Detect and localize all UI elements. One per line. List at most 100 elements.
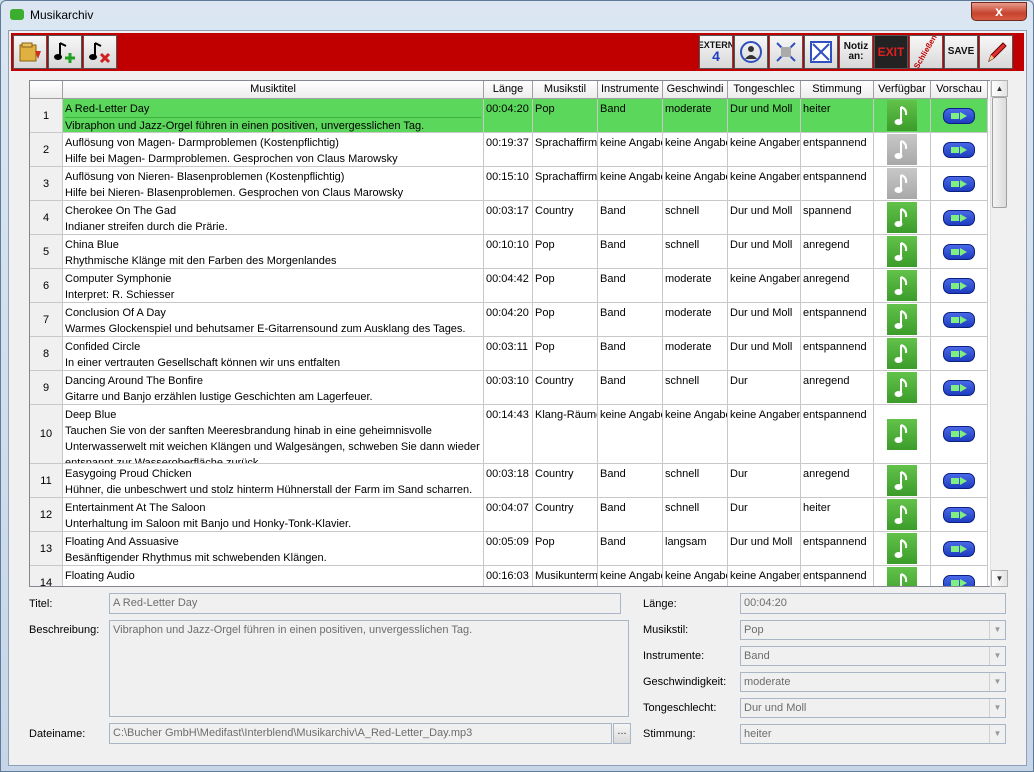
- play-preview-icon[interactable]: [943, 141, 975, 158]
- table-row[interactable]: 2 Auflösung von Magen- Darmproblemen (Kos…: [30, 133, 988, 167]
- table-row[interactable]: 7 Conclusion Of A Day Warmes Glockenspiel …: [30, 303, 988, 337]
- preview-cell: [931, 235, 988, 268]
- dateiname-field[interactable]: C:\Bucher GmbH\Medifast\Interblend\Musik…: [109, 723, 612, 744]
- column-header[interactable]: Länge: [484, 81, 533, 98]
- add-music-button[interactable]: [48, 35, 82, 69]
- laenge-label: Länge:: [643, 598, 677, 610]
- notiz-button[interactable]: Notiz an:: [839, 35, 873, 69]
- length-cell: 00:04:20: [484, 303, 533, 336]
- open-folder-button[interactable]: [13, 35, 47, 69]
- titel-field[interactable]: A Red-Letter Day: [109, 593, 621, 614]
- extern-button[interactable]: EXTERN 4: [699, 35, 733, 69]
- play-preview-icon[interactable]: [943, 506, 975, 523]
- length-cell: 00:16:03: [484, 566, 533, 586]
- table-row[interactable]: 6 Computer Symphonie Interpret: R. Schiess…: [30, 269, 988, 303]
- column-header[interactable]: Instrumente: [598, 81, 663, 98]
- stimmung-label: Stimmung:: [643, 728, 696, 740]
- play-preview-icon[interactable]: [943, 107, 975, 124]
- remove-music-button[interactable]: [83, 35, 117, 69]
- play-preview-icon[interactable]: [943, 472, 975, 489]
- track-description: Hilfe bei Nieren- Blasenproblemen. Gespr…: [65, 187, 404, 199]
- scroll-up-button[interactable]: ▲: [991, 80, 1008, 97]
- save-button[interactable]: SAVE: [944, 35, 978, 69]
- style-cell: Country: [533, 371, 598, 404]
- chevron-down-icon[interactable]: ▼: [989, 647, 1005, 665]
- play-preview-icon[interactable]: [943, 574, 975, 586]
- column-header[interactable]: Vorschau: [931, 81, 988, 98]
- play-preview-icon[interactable]: [943, 277, 975, 294]
- table-row[interactable]: 11 Easygoing Proud Chicken Hühner, die unb…: [30, 464, 988, 498]
- chevron-down-icon[interactable]: ▼: [989, 673, 1005, 691]
- user-settings-button[interactable]: [734, 35, 768, 69]
- music-note-icon: [887, 270, 917, 301]
- chevron-down-icon[interactable]: ▼: [989, 699, 1005, 717]
- style-cell: Country: [533, 201, 598, 234]
- style-cell: Pop: [533, 303, 598, 336]
- table-row[interactable]: 8 Confided Circle In einer vertrauten Gese…: [30, 337, 988, 371]
- column-header[interactable]: Verfügbar: [874, 81, 931, 98]
- table-row[interactable]: 12 Entertainment At The Saloon Unterhaltun…: [30, 498, 988, 532]
- chevron-down-icon[interactable]: ▼: [989, 725, 1005, 743]
- exit-button[interactable]: EXIT: [874, 35, 908, 69]
- client-area: EXTERN 4 Notiz an: EXIT Schließen SAVE M…: [8, 30, 1027, 766]
- titel-label: Titel:: [29, 598, 53, 610]
- scroll-down-button[interactable]: ▼: [991, 570, 1008, 587]
- instrumente-select[interactable]: Band ▼: [740, 646, 1006, 666]
- table-row[interactable]: 4 Cherokee On The Gad Indianer streifen du…: [30, 201, 988, 235]
- column-header[interactable]: Stimmung: [801, 81, 874, 98]
- track-title: Entertainment At The Saloon: [65, 502, 206, 514]
- style-cell: Pop: [533, 337, 598, 370]
- play-preview-icon[interactable]: [943, 426, 975, 442]
- musikstil-select[interactable]: Pop ▼: [740, 620, 1006, 640]
- edit-button[interactable]: [979, 35, 1013, 69]
- laenge-field[interactable]: 00:04:20: [740, 593, 1006, 614]
- style-cell: Musikunterma: [533, 566, 598, 586]
- instr-cell: keine Angabe: [598, 405, 663, 463]
- geschwindigkeit-select[interactable]: moderate ▼: [740, 672, 1006, 692]
- column-header[interactable]: Musikstil: [533, 81, 598, 98]
- column-header[interactable]: Tongeschlec: [728, 81, 801, 98]
- table-row[interactable]: 14 Floating Audio 00:16:03 Musikunterma kein…: [30, 566, 988, 586]
- beschreibung-field[interactable]: Vibraphon und Jazz-Orgel führen in einen…: [109, 620, 629, 717]
- scroll-thumb[interactable]: [992, 97, 1007, 208]
- style-cell: Country: [533, 498, 598, 531]
- stimmung-select[interactable]: heiter ▼: [740, 724, 1006, 744]
- table-row[interactable]: 9 Dancing Around The Bonfire Gitarre und B…: [30, 371, 988, 405]
- play-preview-icon[interactable]: [943, 379, 975, 396]
- play-preview-icon[interactable]: [943, 175, 975, 192]
- column-header[interactable]: Musiktitel: [63, 81, 484, 98]
- crossed-tool-icon: [776, 42, 796, 62]
- play-preview-icon[interactable]: [943, 209, 975, 226]
- extern-number: 4: [712, 48, 720, 64]
- chevron-down-icon[interactable]: ▼: [989, 621, 1005, 639]
- beschreibung-label: Beschreibung:: [29, 624, 100, 636]
- available-cell: [874, 167, 931, 200]
- table-row[interactable]: 5 China Blue Rhythmische Klänge mit den Fa…: [30, 235, 988, 269]
- schliessen-button[interactable]: Schließen: [909, 35, 943, 69]
- preview-cell: [931, 337, 988, 370]
- play-preview-icon[interactable]: [943, 243, 975, 260]
- cancel-button[interactable]: [804, 35, 838, 69]
- table-scrollbar[interactable]: ▲ ▼: [990, 80, 1008, 587]
- play-preview-icon[interactable]: [943, 345, 975, 362]
- table-row[interactable]: 10 Deep Blue Tauchen Sie von der sanften M…: [30, 405, 988, 464]
- disabled-tool-button[interactable]: [769, 35, 803, 69]
- table-row[interactable]: 13 Floating And Assuasive Besänftigender R…: [30, 532, 988, 566]
- track-title: China Blue: [65, 239, 119, 251]
- table-row[interactable]: 3 Auflösung von Nieren- Blasenproblemen (…: [30, 167, 988, 201]
- preview-cell: [931, 303, 988, 336]
- cross-box-icon: [810, 41, 832, 63]
- browse-button[interactable]: ...: [613, 723, 631, 744]
- track-description: Rhythmische Klänge mit den Farben des Mo…: [65, 255, 337, 267]
- play-preview-icon[interactable]: [943, 540, 975, 557]
- play-preview-icon[interactable]: [943, 311, 975, 328]
- available-cell: [874, 405, 931, 463]
- column-header[interactable]: Geschwindi: [663, 81, 728, 98]
- tongeschlecht-select[interactable]: Dur und Moll ▼: [740, 698, 1006, 718]
- table-row[interactable]: 1A Red-Letter Day Vibraphon und Jazz-Orge…: [30, 99, 988, 133]
- title-cell: Confided Circle In einer vertrauten Gesel…: [63, 337, 484, 370]
- close-button[interactable]: x: [971, 2, 1027, 21]
- available-cell: [874, 269, 931, 302]
- preview-cell: [931, 371, 988, 404]
- preview-cell: [931, 167, 988, 200]
